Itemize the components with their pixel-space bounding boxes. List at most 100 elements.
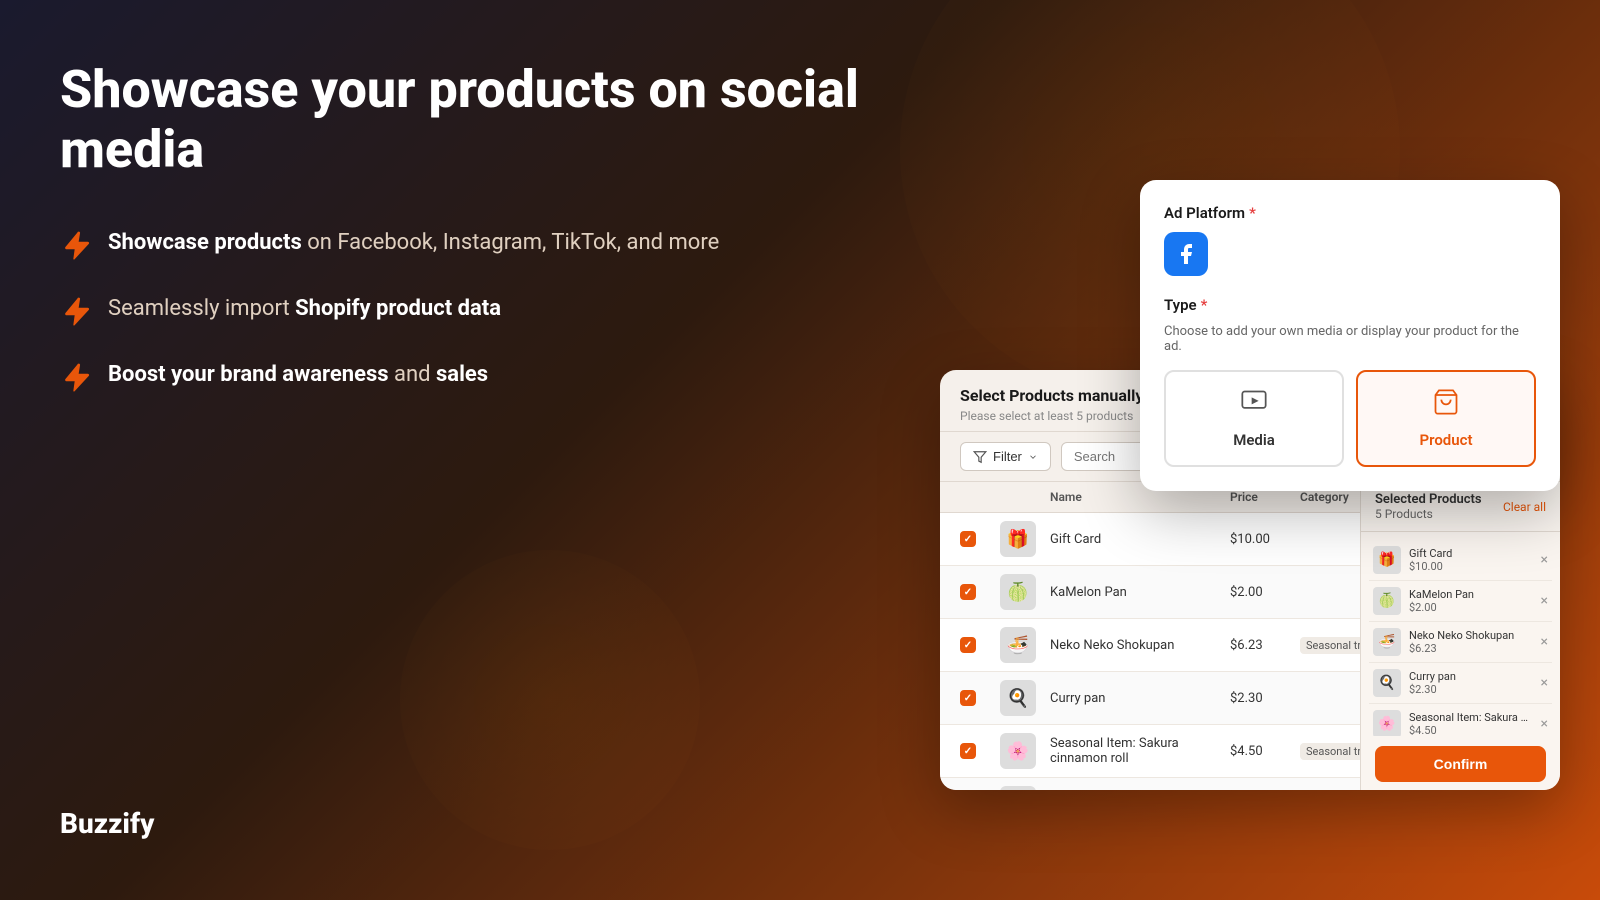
- facebook-platform-button[interactable]: [1164, 232, 1208, 276]
- product-thumb-5: 🌸: [1000, 733, 1036, 769]
- selected-name-3: Neko Neko Shokupan: [1409, 629, 1533, 642]
- product-name-5: Seasonal Item: Sakura cinnamon roll: [1050, 736, 1230, 766]
- type-option-media[interactable]: Media: [1164, 370, 1344, 467]
- table-row: 🎁 Gift Card $10.00 In stock 3/7/2024 Vie…: [940, 513, 1360, 566]
- selected-thumb-3: 🍜: [1373, 628, 1401, 656]
- bolt-icon-2: [60, 296, 92, 328]
- table-row: 🍈 KaMelon Pan $2.00 62 available 3/7/202…: [940, 566, 1360, 619]
- products-table: Name Price Category Inventory ⇅ Tag Crea…: [940, 482, 1360, 790]
- selected-info-4: Curry pan $2.30: [1409, 670, 1533, 696]
- selected-item-3: 🍜 Neko Neko Shokupan $6.23 ×: [1369, 622, 1552, 663]
- product-icon: [1432, 388, 1460, 423]
- feature-item-1: Showcase products on Facebook, Instagram…: [60, 228, 960, 262]
- selected-name-2: KaMelon Pan: [1409, 588, 1533, 601]
- feature-item-2: Seamlessly import Shopify product data: [60, 294, 960, 328]
- type-label: Type *: [1164, 296, 1536, 314]
- type-description: Choose to add your own media or display …: [1164, 324, 1536, 354]
- selected-item-1: 🎁 Gift Card $10.00 ×: [1369, 540, 1552, 581]
- table-body: 🎁 Gift Card $10.00 In stock 3/7/2024 Vie…: [940, 513, 1360, 790]
- ad-platform-card: Ad Platform * Type * Choose to add your …: [1140, 180, 1560, 491]
- product-price-5: $4.50: [1230, 744, 1300, 759]
- selected-name-1: Gift Card: [1409, 547, 1533, 560]
- selected-price-5: $4.50: [1409, 724, 1533, 736]
- selected-products-panel: Selected Products 5 Products Clear all 🎁…: [1360, 482, 1560, 790]
- platform-required-star: *: [1249, 204, 1256, 222]
- row-checkbox-2[interactable]: [960, 584, 976, 600]
- product-price-3: $6.23: [1230, 638, 1300, 653]
- selected-thumb-1: 🎁: [1373, 546, 1401, 574]
- filter-icon: [973, 450, 987, 464]
- bolt-icon-3: [60, 362, 92, 394]
- selected-item-4: 🍳 Curry pan $2.30 ×: [1369, 663, 1552, 704]
- col-name: Name: [1050, 490, 1230, 504]
- type-option-product[interactable]: Product: [1356, 370, 1536, 467]
- media-icon: [1240, 388, 1268, 423]
- product-thumb-4: 🍳: [1000, 680, 1036, 716]
- selected-price-1: $10.00: [1409, 560, 1533, 573]
- bolt-icon-1: [60, 230, 92, 262]
- product-label: Product: [1420, 431, 1473, 449]
- remove-button-4[interactable]: ×: [1541, 675, 1548, 691]
- selected-info-1: Gift Card $10.00: [1409, 547, 1533, 573]
- panel-content: Name Price Category Inventory ⇅ Tag Crea…: [940, 482, 1560, 790]
- filter-button[interactable]: Filter: [960, 442, 1051, 471]
- selected-info-2: KaMelon Pan $2.00: [1409, 588, 1533, 614]
- selected-thumb-4: 🍳: [1373, 669, 1401, 697]
- selected-price-4: $2.30: [1409, 683, 1533, 696]
- col-category: Category: [1300, 490, 1360, 504]
- selected-name-4: Curry pan: [1409, 670, 1533, 683]
- type-options: Media Product: [1164, 370, 1536, 467]
- facebook-icon: [1174, 242, 1198, 266]
- col-price: Price: [1230, 490, 1300, 504]
- remove-button-1[interactable]: ×: [1541, 552, 1548, 568]
- feature-text-1: Showcase products on Facebook, Instagram…: [108, 228, 719, 259]
- feature-text-2: Seamlessly import Shopify product data: [108, 294, 501, 325]
- clear-all-button[interactable]: Clear all: [1503, 500, 1546, 514]
- product-price-2: $2.00: [1230, 585, 1300, 600]
- table-row: 🧁 Custard Cream Bun $5.00 Out of stock 3…: [940, 778, 1360, 790]
- product-price-4: $2.30: [1230, 691, 1300, 706]
- hero-title: Showcase your products on social media: [60, 60, 960, 180]
- product-thumb-1: 🎁: [1000, 521, 1036, 557]
- product-thumb-6: 🧁: [1000, 786, 1036, 790]
- selected-thumb-2: 🍈: [1373, 587, 1401, 615]
- right-section: Ad Platform * Type * Choose to add your …: [940, 180, 1560, 840]
- product-category-5: Seasonal treats: [1300, 744, 1360, 759]
- product-price-1: $10.00: [1230, 532, 1300, 547]
- selected-name-5: Seasonal Item: Sakura cin...: [1409, 711, 1533, 724]
- row-checkbox-4[interactable]: [960, 690, 976, 706]
- brand-logo: Buzzify: [60, 807, 154, 840]
- table-row: 🌸 Seasonal Item: Sakura cinnamon roll $4…: [940, 725, 1360, 778]
- row-checkbox-1[interactable]: [960, 531, 976, 547]
- selected-price-3: $6.23: [1409, 642, 1533, 655]
- selected-info-3: Neko Neko Shokupan $6.23: [1409, 629, 1533, 655]
- feature-item-3: Boost your brand awareness and sales: [60, 360, 960, 394]
- product-name-1: Gift Card: [1050, 532, 1230, 547]
- selected-info-5: Seasonal Item: Sakura cin... $4.50: [1409, 711, 1533, 736]
- selected-price-2: $2.00: [1409, 601, 1533, 614]
- selected-thumb-5: 🌸: [1373, 710, 1401, 736]
- selected-item-5: 🌸 Seasonal Item: Sakura cin... $4.50 ×: [1369, 704, 1552, 736]
- product-thumb-2: 🍈: [1000, 574, 1036, 610]
- confirm-button[interactable]: Confirm: [1375, 746, 1546, 782]
- product-name-3: Neko Neko Shokupan: [1050, 638, 1230, 653]
- selected-products-title: Selected Products 5 Products: [1375, 492, 1482, 521]
- row-checkbox-5[interactable]: [960, 743, 976, 759]
- remove-button-5[interactable]: ×: [1541, 716, 1548, 732]
- product-name-4: Curry pan: [1050, 691, 1230, 706]
- feature-text-3: Boost your brand awareness and sales: [108, 360, 488, 391]
- remove-button-2[interactable]: ×: [1541, 593, 1548, 609]
- product-name-2: KaMelon Pan: [1050, 585, 1230, 600]
- selected-item-2: 🍈 KaMelon Pan $2.00 ×: [1369, 581, 1552, 622]
- media-label: Media: [1233, 431, 1275, 449]
- table-row: 🍜 Neko Neko Shokupan $6.23 Seasonal trea…: [940, 619, 1360, 672]
- features-list: Showcase products on Facebook, Instagram…: [60, 228, 960, 394]
- hero-section: Showcase your products on social media S…: [60, 60, 960, 840]
- product-category-3: Seasonal treats: [1300, 638, 1360, 653]
- type-required-star: *: [1201, 296, 1208, 314]
- chevron-down-icon: [1028, 452, 1038, 462]
- table-row: 🍳 Curry pan $2.30 31 available 3/7/2024 …: [940, 672, 1360, 725]
- remove-button-3[interactable]: ×: [1541, 634, 1548, 650]
- ad-platform-label: Ad Platform *: [1164, 204, 1536, 222]
- row-checkbox-3[interactable]: [960, 637, 976, 653]
